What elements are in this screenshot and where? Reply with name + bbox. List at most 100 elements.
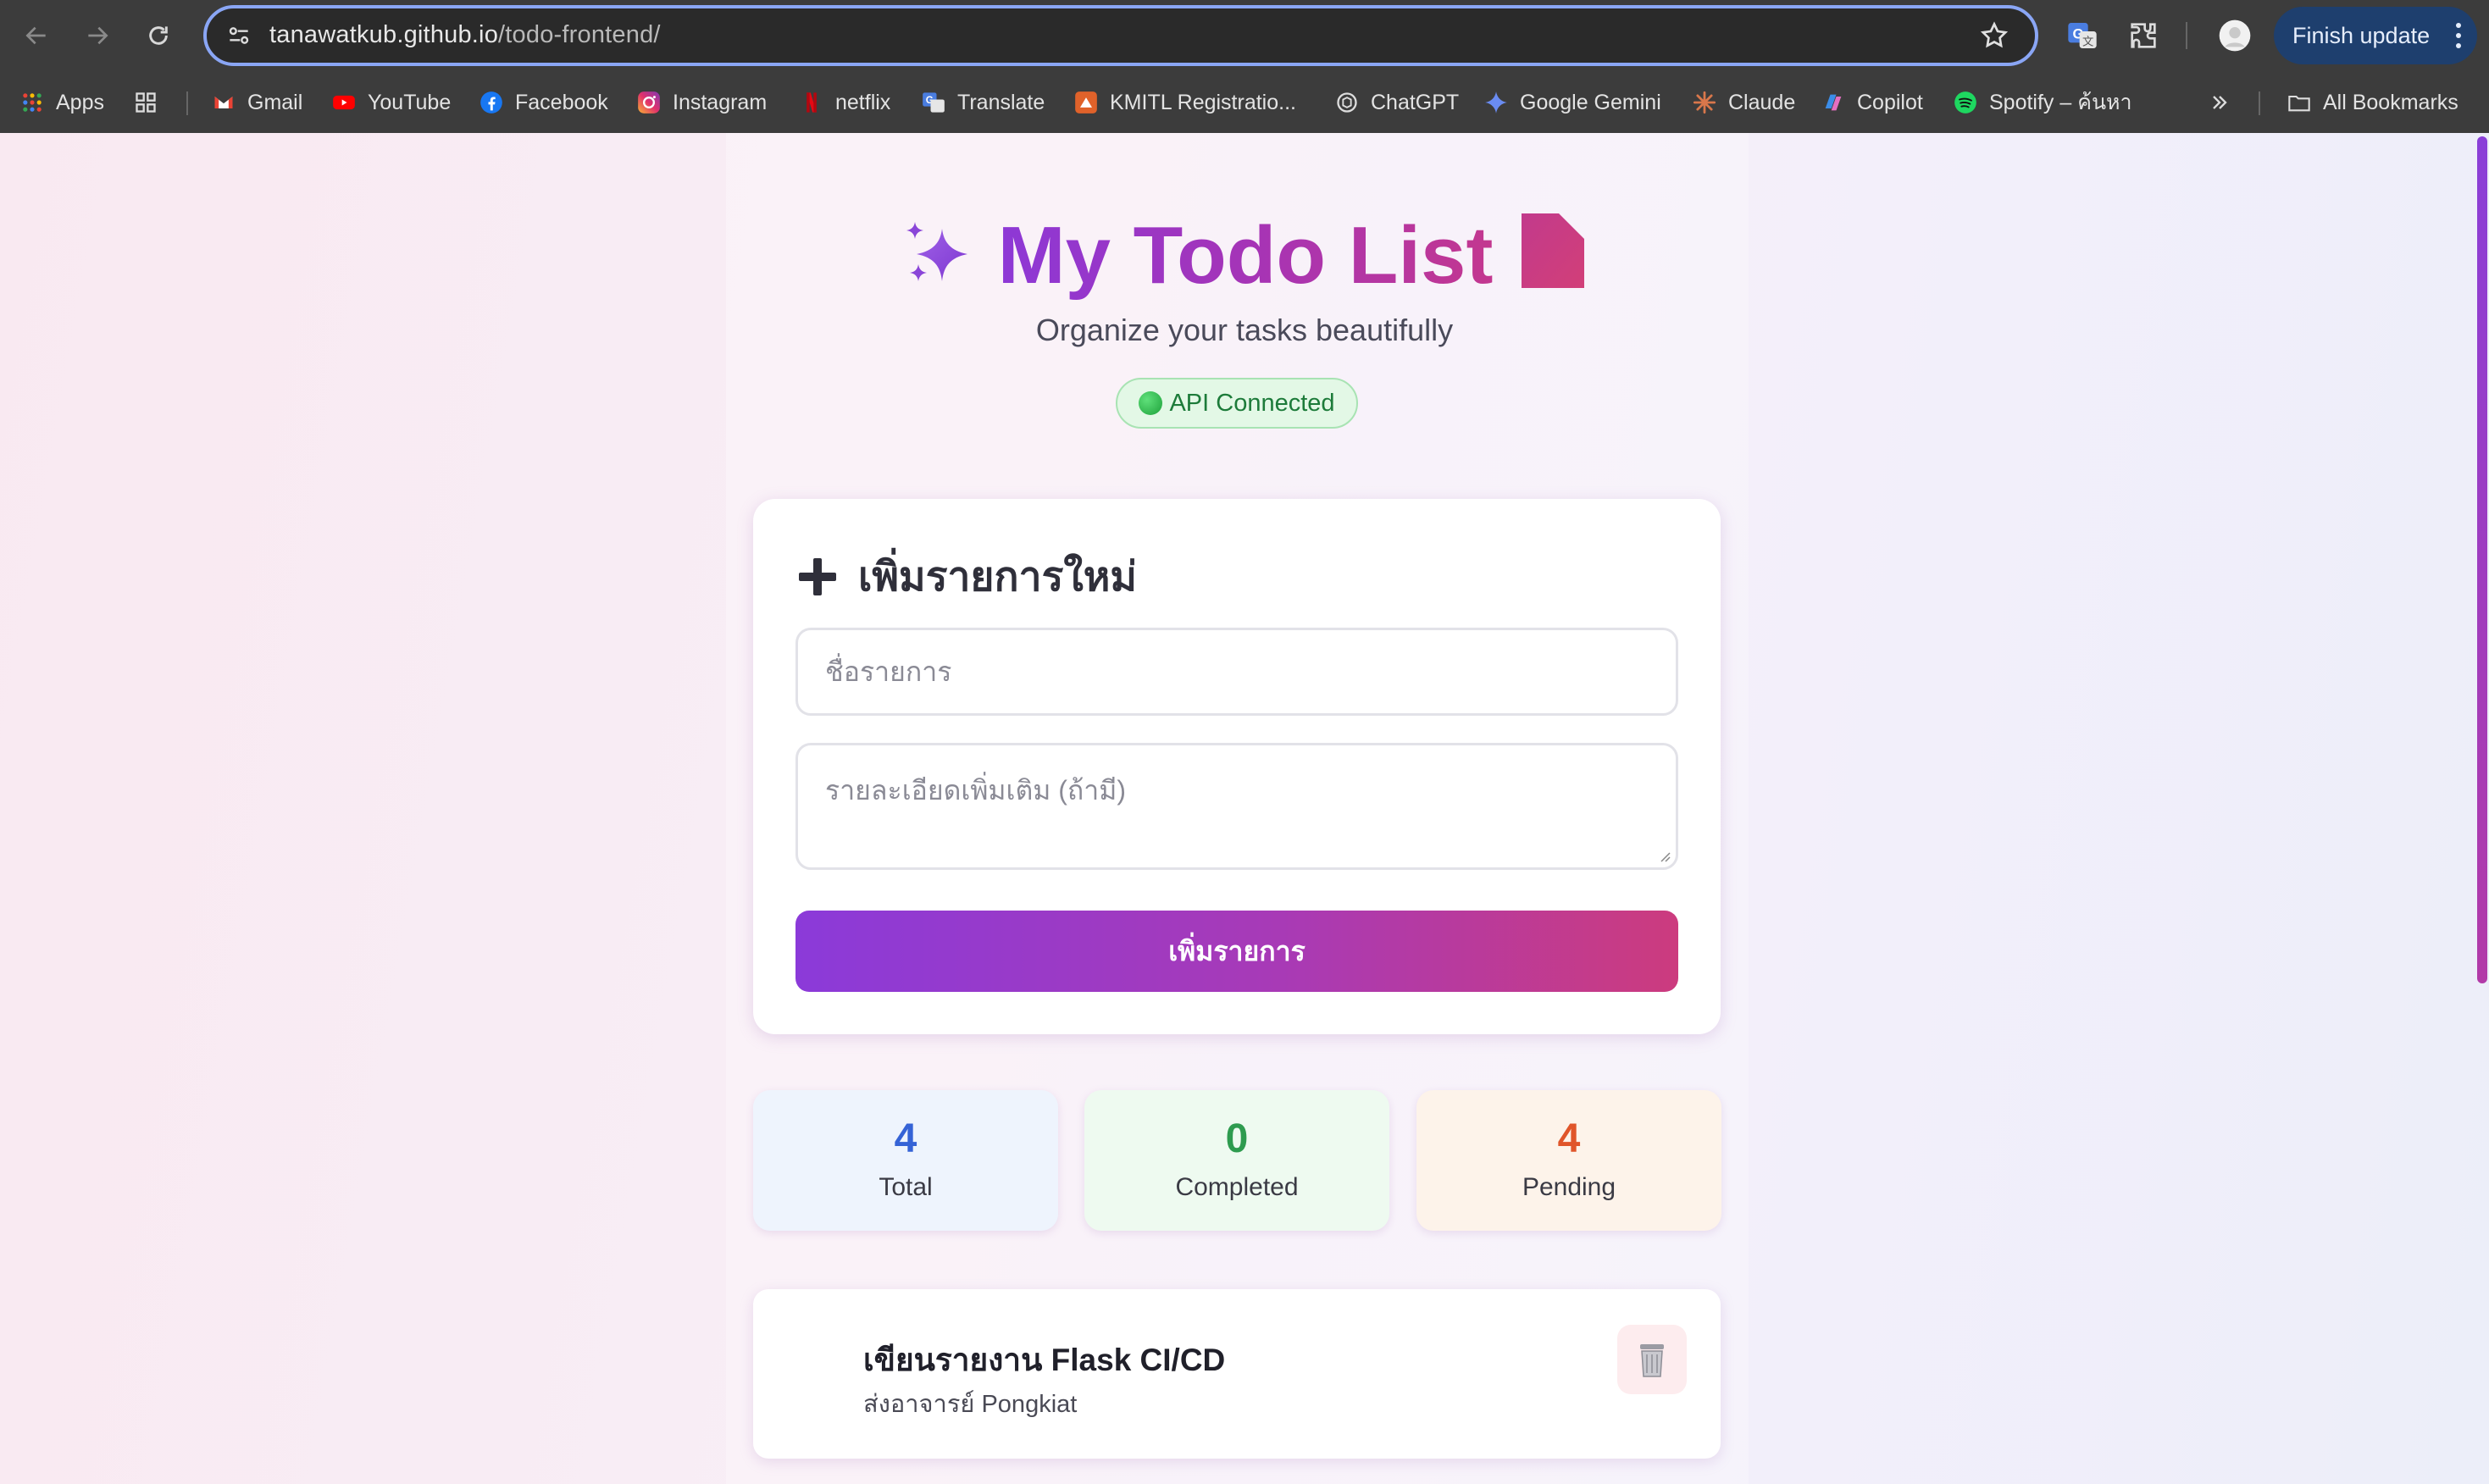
finish-update-button[interactable]: Finish update (2274, 7, 2477, 64)
spotify-icon (1954, 91, 1976, 114)
bookmark-translate[interactable]: G Translate (922, 81, 1045, 124)
api-status-badge: API Connected (1116, 378, 1358, 429)
copilot-icon (1825, 94, 1842, 111)
todo-title-placeholder: ชื่อรายการ (825, 656, 952, 687)
url-path: /todo-frontend/ (498, 21, 661, 48)
translate-icon: G (923, 92, 945, 113)
gemini-icon (1485, 91, 1507, 114)
address-bar[interactable]: tanawatkub.github.io/todo-frontend/ (203, 5, 2038, 66)
app-title-text: My Todo List (997, 210, 1494, 301)
bookmark-label: netflix (835, 90, 891, 114)
translate-extension-icon[interactable]: G文 (2065, 19, 2099, 53)
bookmark-kmitl[interactable]: KMITL Registratio... (1074, 81, 1296, 124)
gmail-icon (214, 97, 233, 108)
bookmark-spotify[interactable]: Spotify – ค้นหา (1954, 81, 2132, 124)
reload-button[interactable] (141, 18, 176, 53)
stat-total-label: Total (879, 1173, 933, 1201)
stat-total: 4 Total (753, 1090, 1058, 1231)
todo-description-placeholder: รายละเอียดเพิ่มเติม (ถ้ามี) (825, 775, 1126, 806)
resize-handle-icon[interactable] (1657, 849, 1671, 862)
back-button[interactable] (19, 18, 54, 53)
bookmark-label: Apps (56, 90, 104, 114)
stat-pending-value: 4 (1557, 1116, 1581, 1161)
todo-title-input[interactable]: ชื่อรายการ (795, 628, 1678, 716)
bookmark-label: Facebook (515, 90, 608, 114)
status-dot-icon (1139, 391, 1163, 415)
todo-item[interactable]: เขียนรายงาน Flask CI/CD ส่งอาจารย์ Pongk… (753, 1289, 1721, 1459)
stat-completed-label: Completed (1175, 1173, 1299, 1201)
todo-item-description: ส่งอาจารย์ Pongkiat (863, 1391, 1078, 1418)
reload-icon (149, 26, 168, 45)
app-subtitle: Organize your tasks beautifully (1035, 313, 1454, 347)
site-settings-icon[interactable] (225, 22, 252, 49)
bookmark-chatgpt[interactable]: ChatGPT (1335, 81, 1459, 124)
bookmark-apps[interactable]: Apps (20, 81, 104, 124)
bookmark-youtube[interactable]: YouTube (332, 81, 451, 124)
claude-icon (1693, 91, 1716, 114)
bookmark-label: ChatGPT (1371, 90, 1460, 114)
instagram-icon (638, 91, 660, 114)
todo-item-title: เขียนรายงาน Flask CI/CD (863, 1343, 1226, 1377)
todo-description-textarea[interactable]: รายละเอียดเพิ่มเติม (ถ้ามี) (795, 743, 1678, 870)
add-todo-card: เพิ่มรายการใหม่ ชื่อรายการ รายละเอียดเพิ… (753, 499, 1721, 1034)
bookmark-claude[interactable]: Claude (1693, 81, 1795, 124)
trash-icon (1640, 1344, 1664, 1377)
bookmark-tab-groups[interactable] (134, 81, 169, 124)
stat-completed-value: 0 (1225, 1116, 1249, 1161)
kmitl-icon (1075, 91, 1097, 114)
bookmark-facebook[interactable]: Facebook (480, 81, 608, 124)
arrow-left-icon (25, 26, 46, 45)
bookmark-label: YouTube (368, 90, 452, 114)
bookmarks-divider (2259, 91, 2260, 115)
delete-todo-button[interactable] (1617, 1325, 1687, 1394)
bookmark-gmail[interactable]: Gmail (212, 81, 302, 124)
bookmark-netflix[interactable]: netflix (800, 81, 890, 124)
sparkles-icon (906, 222, 967, 281)
plus-icon (799, 558, 836, 595)
chevron-double-right-icon (2213, 96, 2227, 109)
profile-avatar-icon[interactable] (2218, 19, 2252, 53)
svg-text:文: 文 (2082, 36, 2093, 48)
bookmark-label: Spotify – ค้นหา (1989, 91, 2132, 114)
arrow-right-icon (88, 26, 108, 45)
add-todo-heading: เพิ่มรายการใหม่ (797, 545, 1137, 609)
bookmark-label: Gmail (247, 90, 303, 114)
bookmark-label: Translate (957, 90, 1045, 114)
toolbar-divider (2186, 22, 2187, 49)
extensions-icon[interactable] (2126, 19, 2160, 53)
tab-groups-icon (136, 92, 156, 113)
stat-pending: 4 Pending (1416, 1090, 1721, 1231)
folder-icon (2288, 95, 2310, 112)
page-content: My Todo List Organize your tasks beautif… (0, 133, 2489, 1484)
stat-pending-label: Pending (1522, 1173, 1616, 1201)
url-text: tanawatkub.github.io/todo-frontend/ (269, 21, 661, 49)
bookmark-label: Instagram (673, 90, 768, 114)
bookmark-gemini[interactable]: Google Gemini (1484, 81, 1661, 124)
url-host: tanawatkub.github.io (269, 21, 499, 48)
more-vert-icon (2456, 23, 2461, 48)
bookmark-label: Copilot (1857, 90, 1923, 114)
bookmarks-overflow-button[interactable] (2208, 81, 2243, 124)
apps-grid-icon (23, 93, 42, 112)
bookmark-label: Claude (1728, 90, 1796, 114)
bookmark-instagram[interactable]: Instagram (637, 81, 767, 124)
bookmarks-bar: Apps Gmail YouTube Facebook Instagram ne… (0, 81, 2489, 124)
netflix-icon (807, 92, 817, 113)
api-status-text: API Connected (1169, 389, 1335, 417)
stat-completed: 0 Completed (1084, 1090, 1389, 1231)
bookmarks-divider (186, 91, 188, 115)
stat-total-value: 4 (894, 1116, 917, 1161)
bookmark-label: KMITL Registratio... (1110, 90, 1296, 114)
finish-update-label: Finish update (2292, 22, 2431, 48)
facebook-icon (480, 91, 502, 114)
document-icon (1522, 213, 1585, 288)
youtube-icon (333, 95, 355, 110)
add-todo-heading-text: เพิ่มรายการใหม่ (858, 555, 1138, 600)
chatgpt-icon (1337, 92, 1357, 113)
app-title: My Todo List (0, 209, 2489, 302)
forward-button[interactable] (80, 18, 115, 53)
add-todo-button[interactable]: เพิ่มรายการ (795, 911, 1678, 992)
bookmark-star-icon[interactable] (1979, 20, 2009, 51)
all-bookmarks-button[interactable]: All Bookmarks (2287, 81, 2459, 124)
bookmark-copilot[interactable]: Copilot (1821, 81, 1923, 124)
